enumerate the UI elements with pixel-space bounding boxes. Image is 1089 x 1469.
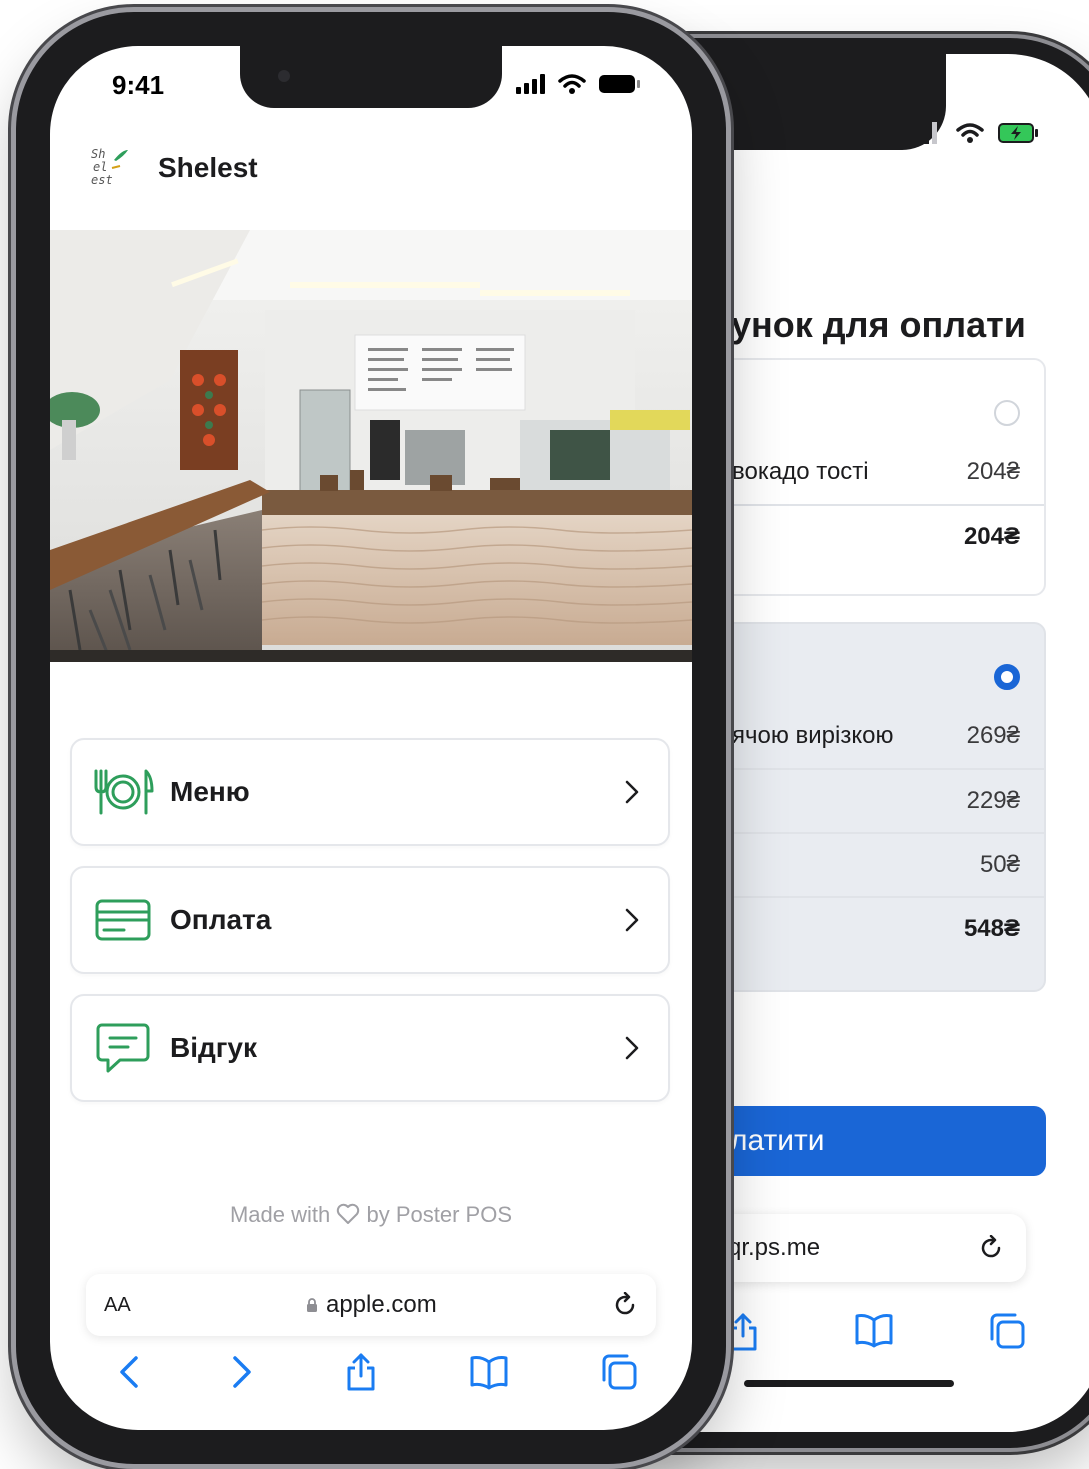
chevron-right-icon: [620, 1036, 644, 1060]
camera-icon: [278, 70, 290, 82]
url-host: apple.com: [306, 1291, 437, 1319]
bill-b-total-row: 548₴: [708, 896, 1044, 960]
back-toolbar: [706, 1312, 1046, 1352]
payment-card-label: Оплата: [170, 904, 272, 935]
bill-b-item-row: 50₴: [708, 832, 1044, 896]
back-url-host: qr.ps.me: [728, 1234, 821, 1261]
side-button: [9, 400, 15, 500]
share-icon[interactable]: [726, 1312, 760, 1352]
lock-icon: [306, 1298, 317, 1312]
signal-icon: [908, 122, 937, 144]
heart-icon: [337, 1203, 360, 1224]
brand-logo: Sh el est: [90, 146, 130, 190]
front-notch: [240, 46, 502, 108]
tabs-icon[interactable]: [600, 1353, 638, 1391]
safari-toolbar: [118, 1352, 638, 1392]
bookmarks-icon[interactable]: [469, 1354, 509, 1390]
side-button: [9, 290, 15, 350]
footer-credit[interactable]: Made with by Poster POS: [50, 1202, 692, 1228]
card-icon: [90, 892, 156, 948]
bill-card-a[interactable]: вокадо тості 204₴ 204₴: [706, 358, 1046, 596]
back-home-indicator: [744, 1380, 954, 1387]
signal-icon: [516, 74, 545, 94]
front-phone: 9:41 Sh el est Shelest Меню Оплата Відгу…: [16, 12, 726, 1464]
bill-a-radio[interactable]: [994, 400, 1020, 426]
wifi-icon: [558, 74, 586, 94]
menu-card-label: Меню: [170, 776, 250, 807]
reload-icon[interactable]: [978, 1235, 1004, 1261]
svg-text:est: est: [91, 173, 113, 187]
svg-text:Sh: Sh: [91, 147, 105, 161]
side-button: [9, 540, 15, 640]
plate-cutlery-icon: [90, 764, 156, 820]
front-phone-screen: 9:41 Sh el est Shelest Меню Оплата Відгу…: [50, 46, 692, 1430]
back-url-bar[interactable]: qr.ps.me: [706, 1214, 1026, 1282]
chevron-right-icon: [620, 908, 644, 932]
forward-arrow-icon[interactable]: [231, 1355, 253, 1389]
bill-b-item-name: ячою вирізкою: [732, 722, 894, 749]
back-status-bar: [908, 122, 1040, 144]
bill-b-item-price: 50₴: [979, 851, 1020, 878]
menu-card[interactable]: Меню: [70, 738, 670, 846]
marketing-stage: унок для оплати вокадо тості 204₴ 204₴ я…: [0, 0, 1089, 1469]
bill-card-b[interactable]: ячою вирізкою 269₴ 229₴ 50₴ 548₴: [706, 622, 1046, 992]
battery-charging-icon: [998, 123, 1038, 143]
brand-name: Shelest: [158, 152, 258, 183]
feedback-card-label: Відгук: [170, 1032, 258, 1063]
front-status-bar: [516, 74, 642, 94]
battery-icon: [599, 75, 640, 93]
bookmarks-icon[interactable]: [854, 1312, 894, 1348]
bill-b-item-price: 229₴: [966, 787, 1020, 814]
url-host-text: apple.com: [325, 1291, 437, 1318]
bill-a-item-name: вокадо тості: [732, 458, 869, 485]
url-bar[interactable]: AA apple.com: [86, 1274, 656, 1336]
bill-a-total: 204₴: [963, 523, 1020, 550]
back-arrow-icon[interactable]: [118, 1355, 140, 1389]
bill-a-total-row: 204₴: [708, 504, 1044, 568]
bill-b-item-row: 229₴: [708, 768, 1044, 832]
text-size-button[interactable]: AA: [104, 1294, 131, 1317]
feedback-card[interactable]: Відгук: [70, 994, 670, 1102]
tabs-icon[interactable]: [988, 1312, 1026, 1350]
reload-icon[interactable]: [612, 1292, 638, 1318]
footer-by-poster: by Poster POS: [366, 1202, 513, 1227]
feedback-icon: [90, 1020, 156, 1076]
bill-a-item-row: вокадо тості 204₴: [708, 440, 1044, 504]
bill-a-item-price: 204₴: [966, 458, 1020, 485]
chevron-right-icon: [620, 780, 644, 804]
bill-b-radio-selected[interactable]: [994, 664, 1020, 690]
bill-b-item-row: ячою вирізкою 269₴: [708, 704, 1044, 768]
share-icon[interactable]: [344, 1352, 378, 1392]
bill-title: унок для оплати: [731, 304, 1026, 345]
svg-text:el: el: [93, 160, 107, 174]
hero-image: [50, 230, 692, 662]
bill-b-total: 548₴: [963, 915, 1020, 942]
status-time: 9:41: [112, 70, 165, 100]
brand-header: Sh el est Shelest: [90, 146, 258, 190]
pay-button[interactable]: латити: [706, 1106, 1046, 1176]
bill-b-item-price: 269₴: [966, 722, 1020, 749]
footer-made-with: Made with: [229, 1202, 331, 1227]
payment-card[interactable]: Оплата: [70, 866, 670, 974]
wifi-icon: [956, 123, 984, 143]
